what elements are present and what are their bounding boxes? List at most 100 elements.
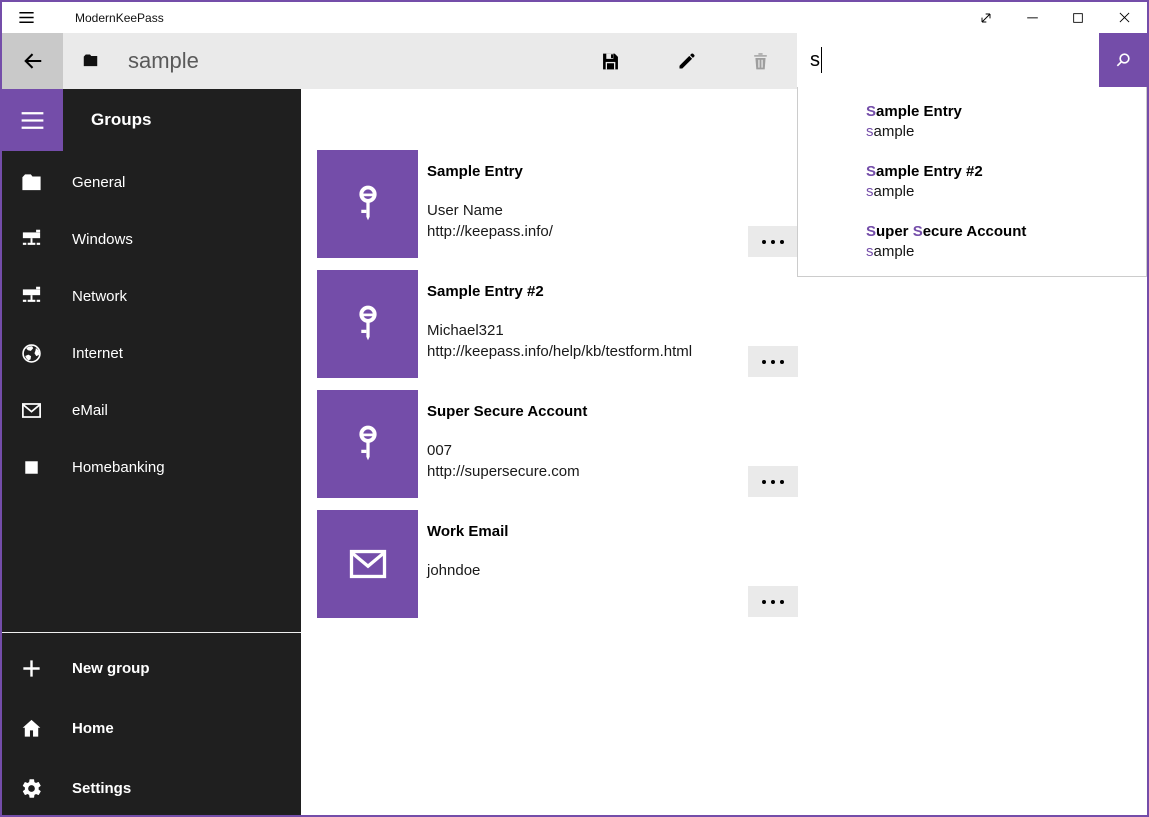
key-icon xyxy=(345,181,391,227)
entry-title: Sample Entry xyxy=(427,163,523,180)
database-icon-wrap xyxy=(82,52,99,69)
entry-more-button[interactable] xyxy=(748,466,798,497)
sidebar-item-network[interactable]: Network xyxy=(2,268,301,325)
dot xyxy=(780,600,784,604)
gear-icon xyxy=(20,777,43,800)
search-button[interactable] xyxy=(1099,33,1147,87)
database-icon xyxy=(82,52,99,69)
maximize-button[interactable] xyxy=(1055,2,1101,33)
key-icon xyxy=(345,301,391,347)
sidebar-item-settings[interactable]: Settings xyxy=(2,758,301,817)
app-window: ModernKeePass sample xyxy=(0,0,1149,817)
fullscreen-button[interactable] xyxy=(963,2,1009,33)
sidebar-separator xyxy=(2,632,301,633)
trash-icon xyxy=(750,51,771,72)
close-button[interactable] xyxy=(1101,2,1147,33)
minimize-button[interactable] xyxy=(1009,2,1055,33)
entry-title: Sample Entry #2 xyxy=(427,283,544,300)
hamburger-icon xyxy=(18,106,47,135)
search-suggestion[interactable]: Sample Entry sample xyxy=(798,93,1146,153)
suggestion-title: Sample Entry #2 xyxy=(866,162,1146,182)
matched-character: s xyxy=(866,123,874,140)
sidebar-footer: New group Home Settings xyxy=(2,638,301,817)
entry-username: 007 xyxy=(427,442,452,459)
home-icon xyxy=(20,717,43,740)
edit-button[interactable] xyxy=(662,37,710,85)
entry-more-button[interactable] xyxy=(748,346,798,377)
entry-username: Michael321 xyxy=(427,322,504,339)
sidebar-item-new-group[interactable]: New group xyxy=(2,638,301,698)
network-icon xyxy=(20,285,43,308)
sidebar-item-internet[interactable]: Internet xyxy=(2,325,301,382)
entry-username: johndoe xyxy=(427,562,480,579)
entry-row[interactable]: Work Email johndoe xyxy=(317,510,800,618)
sidebar-item-windows[interactable]: Windows xyxy=(2,211,301,268)
mail-icon xyxy=(20,399,43,422)
dot xyxy=(771,600,775,604)
entry-more-button[interactable] xyxy=(748,586,798,617)
sidebar-item-email[interactable]: eMail xyxy=(2,382,301,439)
database-title: sample xyxy=(128,33,199,89)
diagonal-arrows-icon xyxy=(978,10,994,26)
dot xyxy=(771,240,775,244)
back-button[interactable] xyxy=(2,33,63,89)
matched-character: S xyxy=(866,163,876,180)
entry-more-button[interactable] xyxy=(748,226,798,257)
dot xyxy=(771,360,775,364)
text-caret xyxy=(821,47,822,73)
suggestion-group: sample xyxy=(866,242,1146,262)
groups-heading: Groups xyxy=(91,89,151,151)
search-suggestions-flyout: Sample Entry sample Sample Entry #2 samp… xyxy=(797,87,1147,277)
search-box: s xyxy=(797,33,1147,87)
close-icon xyxy=(1116,9,1133,26)
magnifier-icon xyxy=(1113,50,1133,70)
plus-icon xyxy=(20,657,43,680)
dot xyxy=(762,600,766,604)
titlebar: ModernKeePass xyxy=(2,2,1147,33)
suggestion-title: Super Secure Account xyxy=(866,222,1146,242)
sidebar-item-general[interactable]: General xyxy=(2,154,301,211)
app-title: ModernKeePass xyxy=(75,11,164,25)
sidebar-item-homebanking[interactable]: Homebanking xyxy=(2,439,301,496)
entry-tile[interactable] xyxy=(317,150,418,258)
entry-url: http://supersecure.com xyxy=(427,463,580,480)
minimize-icon xyxy=(1024,9,1041,26)
globe-icon xyxy=(20,342,43,365)
sidebar-menu-button[interactable] xyxy=(2,89,63,151)
folder-icon xyxy=(20,171,43,194)
save-icon xyxy=(600,51,621,72)
entry-title: Super Secure Account xyxy=(427,403,587,420)
suggestion-group: sample xyxy=(866,182,1146,202)
matched-character: s xyxy=(866,243,874,260)
sidebar-item-home[interactable]: Home xyxy=(2,698,301,758)
back-arrow-icon xyxy=(22,50,44,72)
network-icon xyxy=(20,228,43,251)
entry-tile[interactable] xyxy=(317,510,418,618)
pencil-icon xyxy=(676,51,697,72)
window-controls xyxy=(963,2,1147,33)
matched-character: S xyxy=(866,223,876,240)
sidebar: Groups General Windows Network Internet … xyxy=(2,89,301,815)
search-input[interactable]: s xyxy=(797,33,1099,87)
entry-url: http://keepass.info/help/kb/testform.htm… xyxy=(427,343,692,360)
dot xyxy=(762,480,766,484)
entry-row[interactable]: Sample Entry #2 Michael321 http://keepas… xyxy=(317,270,800,378)
mail-icon xyxy=(341,542,395,586)
titlebar-menu-button[interactable] xyxy=(2,2,50,33)
delete-button[interactable] xyxy=(736,37,784,85)
entry-username: User Name xyxy=(427,202,503,219)
search-suggestion[interactable]: Super Secure Account sample xyxy=(798,213,1146,273)
dot xyxy=(762,240,766,244)
entry-tile[interactable] xyxy=(317,270,418,378)
save-button[interactable] xyxy=(586,37,634,85)
entry-row[interactable]: Super Secure Account 007 http://supersec… xyxy=(317,390,800,498)
hamburger-icon xyxy=(17,8,36,27)
square-icon xyxy=(20,456,43,479)
matched-character: s xyxy=(866,183,874,200)
entry-row[interactable]: Sample Entry User Name http://keepass.in… xyxy=(317,150,800,258)
search-suggestion[interactable]: Sample Entry #2 sample xyxy=(798,153,1146,213)
dot xyxy=(780,480,784,484)
entry-tile[interactable] xyxy=(317,390,418,498)
search-input-value: s xyxy=(810,49,820,72)
matched-character: S xyxy=(913,223,923,240)
